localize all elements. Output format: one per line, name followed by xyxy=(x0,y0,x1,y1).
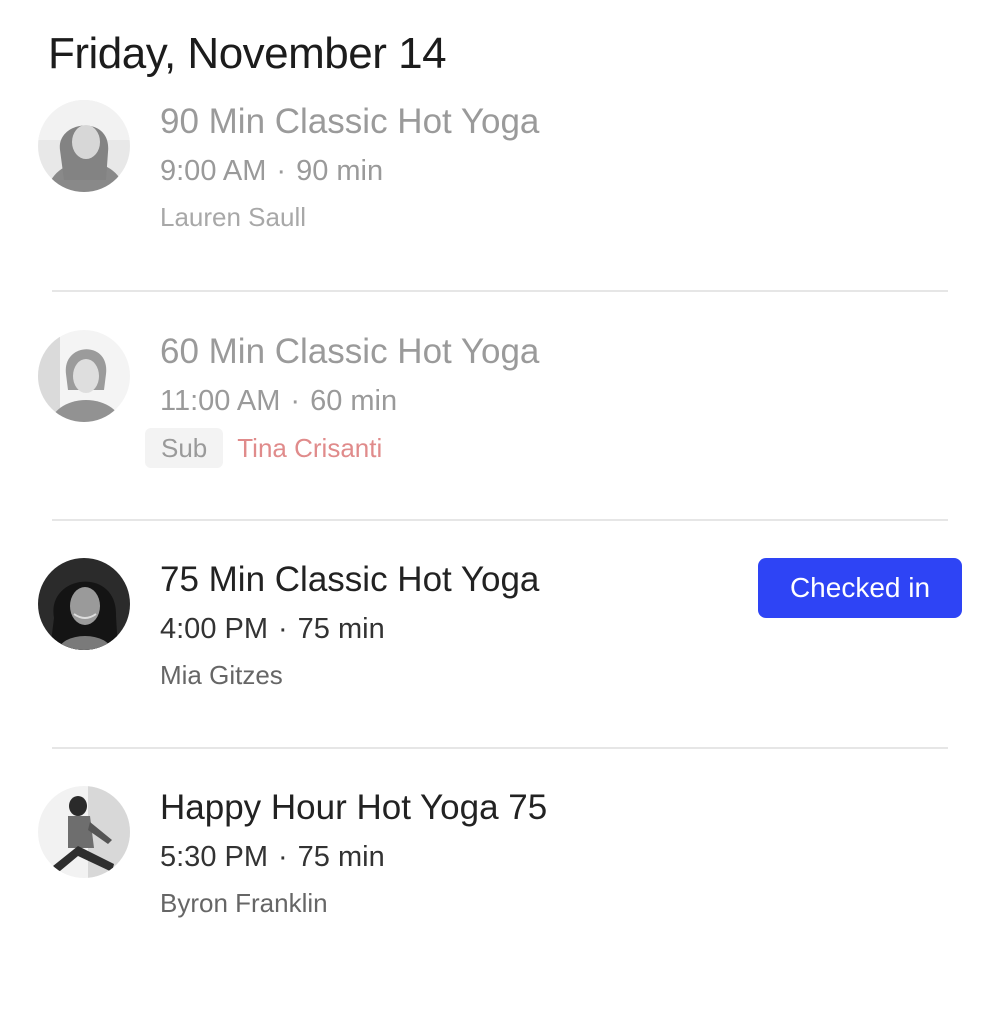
instructor-avatar xyxy=(38,100,130,192)
class-meta: 11:00 AM · 60 min xyxy=(160,382,397,420)
class-item[interactable]: Happy Hour Hot Yoga 75 5:30 PM · 75 min By… xyxy=(0,786,1000,1014)
meta-separator: · xyxy=(276,155,287,187)
class-meta: 9:00 AM · 90 min xyxy=(160,152,383,190)
substitute-row: Sub Tina Crisanti xyxy=(145,428,382,468)
class-instructor: Lauren Saull xyxy=(160,202,306,232)
class-time: 4:00 PM xyxy=(160,613,268,645)
sub-badge: Sub xyxy=(145,428,224,468)
instructor-avatar xyxy=(38,558,130,650)
instructor-avatar xyxy=(38,330,130,422)
class-item[interactable]: 60 Min Classic Hot Yoga 11:00 AM · 60 min … xyxy=(0,330,1000,558)
class-meta: 5:30 PM · 75 min xyxy=(160,838,385,876)
instructor-avatar xyxy=(38,786,130,878)
date-heading: Friday, November 14 xyxy=(48,29,447,78)
class-meta: 4:00 PM · 75 min xyxy=(160,610,385,648)
checked-in-button[interactable]: Checked in xyxy=(758,558,962,618)
class-instructor: Byron Franklin xyxy=(160,888,328,918)
class-title: 75 Min Classic Hot Yoga xyxy=(160,560,540,599)
class-duration: 75 min xyxy=(297,841,385,873)
class-instructor: Mia Gitzes xyxy=(160,660,283,690)
class-title: Happy Hour Hot Yoga 75 xyxy=(160,788,548,827)
class-title: 60 Min Classic Hot Yoga xyxy=(160,332,540,371)
divider xyxy=(52,519,948,521)
meta-separator: · xyxy=(278,841,288,873)
meta-separator: · xyxy=(278,613,288,645)
class-duration: 60 min xyxy=(310,385,398,417)
class-time: 9:00 AM xyxy=(160,155,267,187)
class-duration: 75 min xyxy=(297,613,385,645)
divider xyxy=(52,290,948,292)
class-item[interactable]: 75 Min Classic Hot Yoga 4:00 PM · 75 min M… xyxy=(0,558,1000,786)
class-time: 11:00 AM xyxy=(160,385,281,417)
class-duration: 90 min xyxy=(296,155,384,187)
divider xyxy=(52,747,948,749)
class-time: 5:30 PM xyxy=(160,841,268,873)
substitute-instructor: Tina Crisanti xyxy=(237,433,383,463)
meta-separator: · xyxy=(290,385,301,417)
class-title: 90 Min Classic Hot Yoga xyxy=(160,102,540,141)
class-item[interactable]: 90 Min Classic Hot Yoga 9:00 AM · 90 min L… xyxy=(0,100,1000,328)
